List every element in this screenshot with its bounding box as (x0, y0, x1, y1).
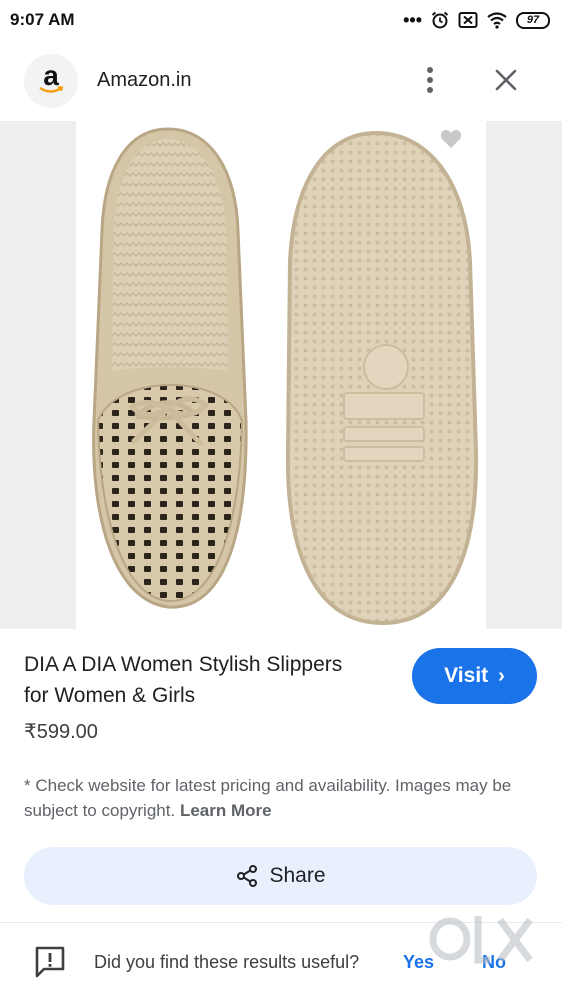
site-logo: a (24, 54, 78, 108)
chevron-right-icon: › (498, 664, 505, 687)
heart-icon[interactable] (430, 121, 472, 157)
more-notifications-icon: ••• (403, 10, 422, 30)
wifi-icon (487, 12, 507, 29)
status-icons: ••• 97 (403, 10, 550, 30)
more-vert-icon[interactable] (418, 64, 442, 96)
logo-letter: a (43, 60, 59, 91)
alarm-icon (431, 11, 449, 29)
visit-button-label: Visit (444, 664, 489, 687)
slipper-illustration (92, 127, 479, 626)
share-label: Share (269, 864, 326, 887)
olx-watermark-icon (429, 916, 533, 964)
status-time: 9:07 AM (10, 10, 75, 29)
share-button[interactable]: Share (24, 847, 537, 905)
sim-icon (458, 12, 478, 28)
feedback-icon[interactable] (34, 945, 66, 979)
search-result-page: 9:07 AM ••• 97 a Amazon.in DIA A DIA Wom… (0, 0, 562, 1000)
product-title[interactable]: DIA A DIA Women Stylish Slippers for Wom… (24, 649, 364, 711)
disclaimer: * Check website for latest pricing and a… (24, 773, 534, 823)
feedback-question: Did you find these results useful? (94, 952, 360, 972)
product-image[interactable] (76, 121, 486, 629)
visit-button[interactable]: Visit › (412, 648, 537, 704)
product-image-area[interactable] (0, 121, 562, 629)
close-icon[interactable] (490, 64, 522, 96)
result-header: a Amazon.in (0, 50, 562, 110)
battery-icon: 97 (516, 11, 550, 29)
product-price: ₹599.00 (24, 721, 98, 743)
status-bar: 9:07 AM ••• 97 (0, 0, 562, 40)
share-icon (237, 865, 258, 887)
learn-more-link[interactable]: Learn More (180, 801, 272, 820)
site-name[interactable]: Amazon.in (97, 69, 192, 92)
smile-arrow-icon (39, 86, 64, 93)
